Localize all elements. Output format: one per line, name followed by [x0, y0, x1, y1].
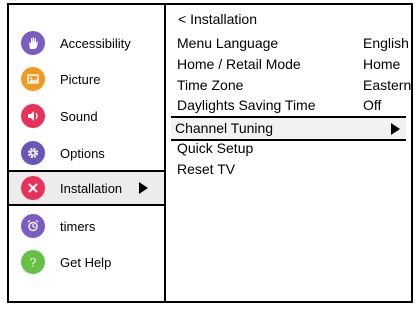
speaker-icon: [21, 104, 45, 128]
menu-item-value: Off: [363, 97, 382, 113]
arrow-right-icon: [391, 122, 400, 135]
sidebar-item-label: Picture: [60, 71, 101, 87]
menu-item-home-retail-mode[interactable]: Home / Retail Mode Home: [177, 54, 411, 75]
sidebar-item-sound[interactable]: Sound: [9, 98, 164, 134]
sidebar-item-label: Options: [60, 145, 105, 161]
menu-item-value: English: [363, 35, 409, 51]
menu-item-value: Home: [363, 56, 401, 72]
sidebar: Accessibility Picture Sound Options Inst: [9, 5, 166, 301]
svg-text:?: ?: [30, 256, 37, 270]
back-breadcrumb[interactable]: < Installation: [178, 9, 257, 30]
sidebar-item-label: Get Help: [60, 254, 112, 270]
menu-item-label: Time Zone: [177, 77, 244, 93]
arrow-right-icon: [139, 182, 148, 194]
menu-item-reset-tv[interactable]: Reset TV: [177, 159, 411, 180]
menu-item-menu-language[interactable]: Menu Language English: [177, 33, 411, 54]
menu-item-value: Eastern: [363, 77, 412, 93]
sidebar-item-get-help[interactable]: ? Get Help: [9, 244, 164, 280]
settings-panel: < Installation Menu Language English Hom…: [166, 5, 411, 301]
menu-item-label: Menu Language: [177, 35, 279, 51]
sidebar-item-label: timers: [60, 218, 96, 234]
picture-icon: [21, 67, 45, 91]
menu-item-daylight-saving-time[interactable]: Daylights Saving Time Off: [177, 95, 411, 116]
sidebar-item-timers[interactable]: timers: [9, 208, 164, 244]
menu-item-label: Daylights Saving Time: [177, 97, 316, 113]
menu-item-label: Channel Tuning: [175, 120, 274, 136]
sidebar-item-accessibility[interactable]: Accessibility: [9, 25, 164, 61]
sidebar-item-label: Sound: [60, 108, 98, 124]
hand-icon: [21, 31, 45, 55]
gear-icon: [21, 141, 45, 165]
sidebar-item-label: Installation: [60, 180, 123, 196]
menu-item-quick-setup[interactable]: Quick Setup: [177, 138, 411, 159]
question-icon: ?: [21, 250, 45, 274]
sidebar-item-label: Accessibility: [60, 35, 131, 51]
alarm-clock-icon: [21, 214, 45, 238]
menu-item-time-zone[interactable]: Time Zone Eastern: [177, 75, 411, 96]
menu-item-label: Home / Retail Mode: [177, 56, 301, 72]
tools-icon: [21, 176, 45, 200]
sidebar-item-installation[interactable]: Installation: [9, 170, 164, 206]
menu-item-label: Quick Setup: [177, 140, 254, 156]
sidebar-item-options[interactable]: Options: [9, 135, 164, 171]
menu-item-label: Reset TV: [177, 161, 236, 177]
tv-menu-frame: Accessibility Picture Sound Options Inst: [7, 3, 413, 303]
sidebar-item-picture[interactable]: Picture: [9, 61, 164, 97]
